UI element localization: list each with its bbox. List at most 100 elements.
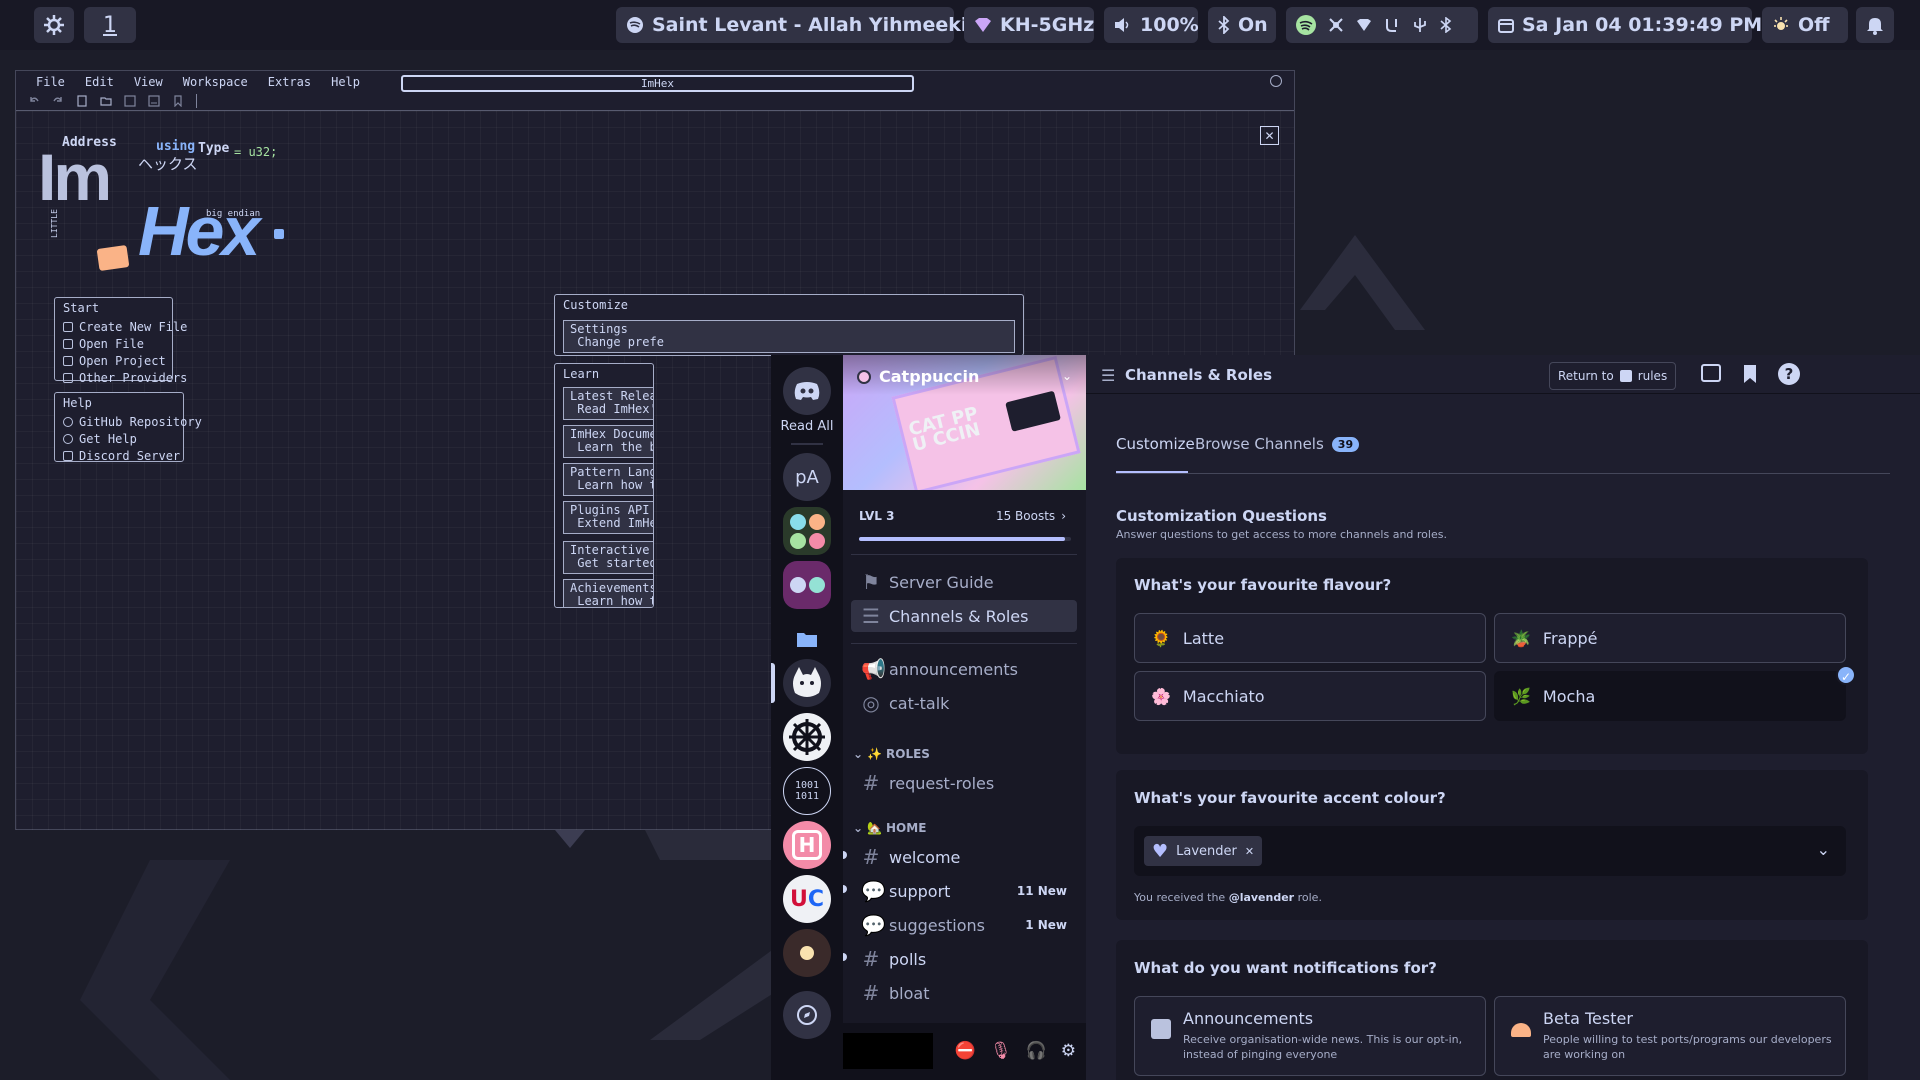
channel-polls[interactable]: # polls [851,943,1077,975]
learn-title: Learn [563,367,600,381]
bookmark-icon[interactable] [172,95,184,107]
menu-workspace[interactable]: Workspace [183,75,248,89]
channel-welcome[interactable]: # welcome [851,841,1077,873]
tabs-divider [1116,473,1890,474]
inbox-icon[interactable] [1701,364,1721,382]
option-announcements[interactable]: Announcements Receive organisation-wide n… [1134,996,1486,1076]
learn-item[interactable]: Achievements Learn how to [563,579,653,607]
redo-icon[interactable] [52,95,64,107]
tab-customize[interactable]: Customize [1116,435,1195,453]
media-widget[interactable]: Saint Levant - Allah Yihmeeki [616,7,967,43]
volume-widget[interactable]: 100% [1104,7,1199,43]
wifi-tray-icon[interactable] [1356,18,1372,32]
open-file-link[interactable]: Open File [55,335,172,352]
channel-request-roles[interactable]: # request-roles [851,767,1077,799]
bluetooth-widget[interactable]: On [1208,7,1276,43]
guild-pa[interactable]: pA [783,453,831,501]
clock-widget[interactable]: Sa Jan 04 01:39:49 PM [1488,7,1762,43]
discord-home-button[interactable] [783,367,831,415]
guild-helm[interactable] [783,713,831,761]
new-file-icon[interactable] [76,95,88,107]
settings-link[interactable]: Settings Change prefe [563,320,1015,353]
bluetooth-tray-icon[interactable] [1440,17,1452,33]
spotify-tray-icon[interactable] [1296,15,1316,35]
tray [1286,7,1478,43]
undo-icon[interactable] [28,95,40,107]
chevron-down-icon[interactable]: ⌄ [1817,840,1830,859]
network-tray-icon[interactable] [1328,17,1344,33]
guild-uc[interactable]: UC [783,875,831,923]
channel-announcements[interactable]: 📢 announcements [851,653,1077,685]
accent-select[interactable]: ♥ Lavender ✕ ⌄ [1134,826,1846,876]
guild-h[interactable]: H [783,821,831,869]
nightlight-widget[interactable]: Off [1762,7,1848,43]
settings-button[interactable] [34,7,74,43]
mic-muted-icon[interactable]: 🎙 [990,1041,1012,1061]
server-menu-chevron-icon[interactable]: ⌄ [1062,369,1072,383]
channel-support[interactable]: 💬 support 11 New [851,875,1077,907]
nav-server-guide[interactable]: ⚑ Server Guide [851,566,1077,598]
github-link[interactable]: GitHub Repository [55,413,202,430]
save-as-icon[interactable] [148,95,160,107]
nav-channels-roles[interactable]: ☰ Channels & Roles [851,600,1077,632]
guild-catppuccin[interactable] [783,659,831,707]
close-icon[interactable]: ✕ [1260,126,1279,145]
guild-binary[interactable]: 1001 1011 [783,767,831,815]
option-beta-tester[interactable]: Beta Tester People willing to test ports/… [1494,996,1846,1076]
learn-item[interactable]: Plugins API Extend ImHex [563,501,653,534]
remove-chip-icon[interactable]: ✕ [1245,845,1254,858]
headphones-icon[interactable]: 🎧 [1026,1041,1047,1061]
open-project-link[interactable]: Open Project [55,352,172,369]
open-folder-icon[interactable] [100,95,112,107]
tab-browse-channels[interactable]: Browse Channels 39 [1195,435,1360,453]
guild-folder-1[interactable] [783,507,831,555]
channel-bloat[interactable]: # bloat [851,977,1077,1009]
create-new-file-link[interactable]: Create New File [55,318,187,335]
help-icon[interactable]: ? [1778,363,1800,385]
menu-help[interactable]: Help [331,75,360,89]
option-latte[interactable]: 🌻 Latte [1134,613,1486,663]
bookmark-icon[interactable] [1742,364,1758,384]
user-avatar-redacted[interactable] [843,1033,933,1069]
imhex-command-search[interactable]: ImHex [401,75,914,92]
imhex-logo: Im Hex Address using Type = u32; ヘックス bi… [38,129,298,279]
category-home[interactable]: ⌄ 🏡 HOME [853,821,926,835]
category-roles[interactable]: ⌄ ✨ ROLES [853,747,930,761]
get-help-link[interactable]: Get Help [55,430,183,447]
smiley-icon[interactable] [1270,75,1282,87]
sync-tray-icon[interactable] [1384,17,1400,33]
role-mention[interactable]: @lavender [1229,891,1294,904]
menu-edit[interactable]: Edit [85,75,114,89]
boost-count-link[interactable]: 15 Boosts › [996,509,1066,523]
workspace-indicator[interactable]: 1 [84,7,136,43]
return-to-button[interactable]: Return to rules [1549,362,1677,390]
file-plus-icon [63,321,73,332]
learn-item[interactable]: Latest Releas Read ImHex's [563,387,653,420]
option-macchiato[interactable]: 🌸 Macchiato [1134,671,1486,721]
learn-item[interactable]: Pattern Langu Learn how to [563,463,653,496]
learn-item[interactable]: ImHex Documen Learn the ba [563,425,653,458]
explore-servers-button[interactable] [783,991,831,1039]
menu-extras[interactable]: Extras [268,75,311,89]
discord-server-link[interactable]: Discord Server [55,447,183,464]
option-frappe[interactable]: 🪴 Frappé [1494,613,1846,663]
option-mocha[interactable]: 🌿 Mocha [1494,671,1846,721]
guild-folder-3[interactable] [783,615,831,663]
save-icon[interactable] [124,95,136,107]
read-all-button[interactable]: Read All [771,419,843,434]
usb-tray-icon[interactable] [1412,17,1428,33]
other-providers-link[interactable]: Other Providers [55,369,187,386]
guild-folder-2[interactable] [783,561,831,609]
guild-other[interactable] [783,929,831,977]
server-name-header[interactable]: Catppuccin [857,367,979,386]
camera-off-icon[interactable]: ⛔ [955,1041,976,1061]
user-settings-gear-icon[interactable]: ⚙ [1061,1041,1076,1061]
menu-view[interactable]: View [134,75,163,89]
channel-cat-talk[interactable]: ◎ cat-talk [851,687,1077,719]
channel-suggestions[interactable]: 💬 suggestions 1 New [851,909,1077,941]
notifications-button[interactable] [1856,7,1894,43]
learn-item[interactable]: Interactive T Get started [563,541,653,574]
menu-file[interactable]: File [36,75,65,89]
wifi-widget[interactable]: KH-5GHz [964,7,1094,43]
channel-label: suggestions [889,915,985,935]
